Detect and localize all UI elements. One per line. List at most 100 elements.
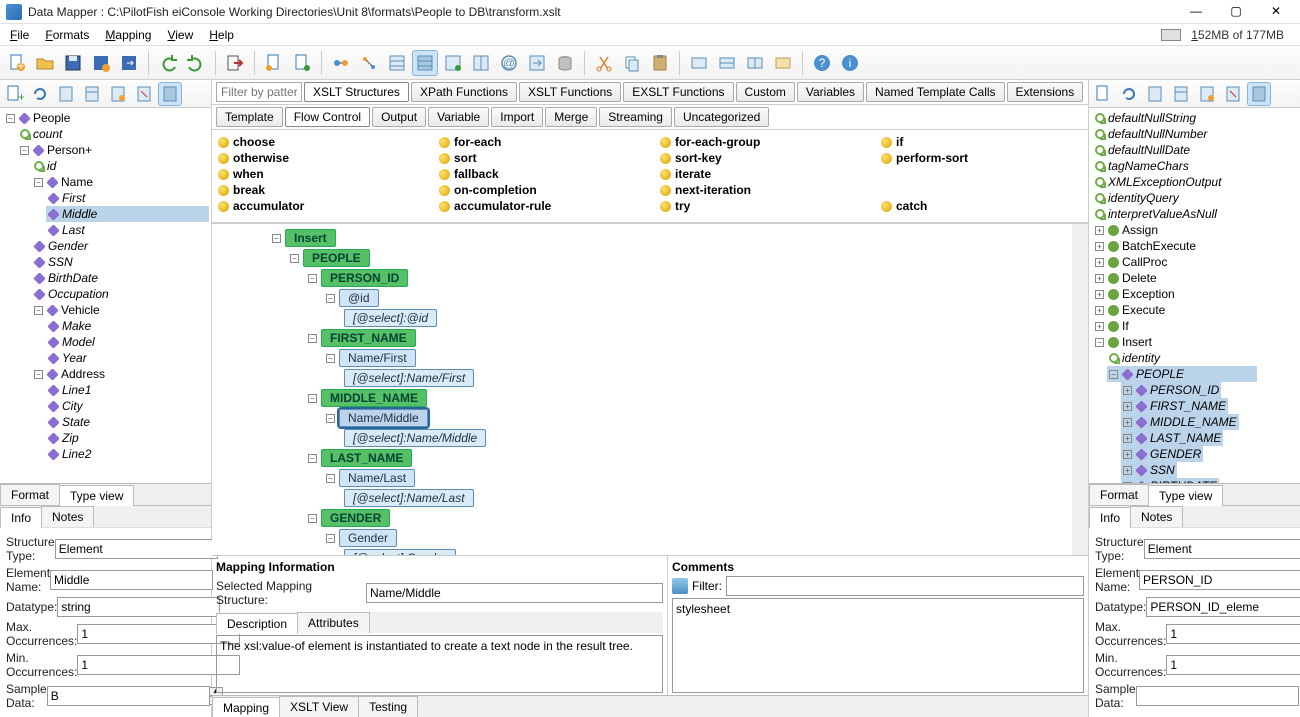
- tgt-Exception[interactable]: +Exception: [1093, 286, 1177, 302]
- subtab-import[interactable]: Import: [491, 107, 543, 127]
- tab-exslt-functions[interactable]: EXSLT Functions: [623, 82, 733, 102]
- tab-extensions[interactable]: Extensions: [1007, 82, 1084, 102]
- tab-format-left[interactable]: Format: [0, 484, 60, 505]
- help-icon[interactable]: ?: [809, 50, 835, 76]
- map-FIRST_NAME[interactable]: FIRST_NAME: [321, 329, 416, 347]
- close-icon[interactable]: ✕: [1264, 4, 1288, 20]
- t1-icon[interactable]: [686, 50, 712, 76]
- tree-node-Vehicle[interactable]: −Vehicle: [32, 302, 209, 318]
- tab-format-right[interactable]: Format: [1089, 484, 1149, 505]
- comments-list[interactable]: stylesheet: [672, 598, 1084, 693]
- tree-node-City[interactable]: City: [46, 398, 209, 414]
- tgt-defaultNullDate[interactable]: defaultNullDate: [1093, 142, 1192, 158]
- bottomtab-testing[interactable]: Testing: [358, 696, 418, 717]
- tree-node-Gender[interactable]: Gender: [32, 238, 209, 254]
- tab-notes-left[interactable]: Notes: [41, 506, 94, 527]
- doc1-icon[interactable]: [261, 50, 287, 76]
- right-min[interactable]: [1166, 655, 1300, 675]
- tgt-p3-icon[interactable]: [1195, 82, 1219, 106]
- subtab-merge[interactable]: Merge: [545, 107, 597, 127]
- cut-icon[interactable]: [591, 50, 617, 76]
- new-icon[interactable]: +: [4, 50, 30, 76]
- tgt-identity[interactable]: identity: [1107, 350, 1162, 366]
- tab-xslt-functions[interactable]: XSLT Functions: [519, 82, 621, 102]
- map-Gender[interactable]: Gender: [339, 529, 397, 547]
- tree-node-Person+[interactable]: −Person+: [18, 142, 209, 158]
- save-icon[interactable]: [60, 50, 86, 76]
- tab-custom[interactable]: Custom: [736, 82, 795, 102]
- tgt-CallProc[interactable]: +CallProc: [1093, 254, 1169, 270]
- menu-view[interactable]: View: [161, 26, 199, 44]
- map-PERSON_ID[interactable]: PERSON_ID: [321, 269, 408, 287]
- palette-next-iteration[interactable]: next-iteration: [660, 182, 861, 198]
- palette-sort-key[interactable]: sort-key: [660, 150, 861, 166]
- subtab-template[interactable]: Template: [216, 107, 283, 127]
- map--id[interactable]: @id: [339, 289, 379, 307]
- tgt-GENDER[interactable]: +GENDER: [1121, 446, 1203, 462]
- minimize-icon[interactable]: —: [1184, 4, 1208, 20]
- tgt-refresh-icon[interactable]: [1117, 82, 1141, 106]
- tab-xpath-functions[interactable]: XPath Functions: [411, 82, 517, 102]
- palette-try[interactable]: try: [660, 198, 861, 214]
- subtab-variable[interactable]: Variable: [428, 107, 489, 127]
- palette-iterate[interactable]: iterate: [660, 166, 861, 182]
- tgt-defaultNullNumber[interactable]: defaultNullNumber: [1093, 126, 1209, 142]
- target-tree[interactable]: defaultNullStringdefaultNullNumberdefaul…: [1089, 108, 1300, 483]
- tab-notes-right[interactable]: Notes: [1130, 506, 1183, 527]
- saveas-icon[interactable]: [88, 50, 114, 76]
- left-structtype[interactable]: [55, 539, 218, 559]
- palette-choose[interactable]: choose: [218, 134, 419, 150]
- palette-accumulator-rule[interactable]: accumulator-rule: [439, 198, 640, 214]
- tgt-p5-icon[interactable]: [1247, 82, 1271, 106]
- tree-node-Line1[interactable]: Line1: [46, 382, 209, 398]
- tab-info-left[interactable]: Info: [0, 507, 42, 528]
- palette-for-each[interactable]: for-each: [439, 134, 640, 150]
- db-icon[interactable]: [552, 50, 578, 76]
- tab-info-right[interactable]: Info: [1089, 507, 1131, 528]
- tree-node-Address[interactable]: −Address: [32, 366, 209, 382]
- tgt-Assign[interactable]: +Assign: [1093, 222, 1160, 238]
- palette-if[interactable]: if: [881, 134, 1082, 150]
- src-p3-icon[interactable]: [106, 82, 130, 106]
- left-dtype[interactable]: [57, 597, 220, 617]
- grid1-icon[interactable]: [384, 50, 410, 76]
- tab-attributes[interactable]: Attributes: [297, 612, 370, 633]
- tree-node-Line2[interactable]: Line2: [46, 446, 209, 462]
- palette-accumulator[interactable]: accumulator: [218, 198, 419, 214]
- tree-node-State[interactable]: State: [46, 414, 209, 430]
- left-elname[interactable]: [50, 570, 213, 590]
- tree-node-Occupation[interactable]: Occupation: [32, 286, 209, 302]
- export-icon[interactable]: [116, 50, 142, 76]
- undo-icon[interactable]: [155, 50, 181, 76]
- src-p1-icon[interactable]: [54, 82, 78, 106]
- tgt-identityQuery[interactable]: identityQuery: [1093, 190, 1181, 206]
- link1-icon[interactable]: [328, 50, 354, 76]
- at-icon[interactable]: @: [496, 50, 522, 76]
- tab-typeview-right[interactable]: Type view: [1148, 485, 1223, 506]
- tgt-XMLExceptionOutput[interactable]: XMLExceptionOutput: [1093, 174, 1223, 190]
- link2-icon[interactable]: [356, 50, 382, 76]
- scrollbar[interactable]: [1072, 224, 1088, 555]
- tgt-p2-icon[interactable]: [1169, 82, 1193, 106]
- t3-icon[interactable]: [742, 50, 768, 76]
- subtab-uncategorized[interactable]: Uncategorized: [674, 107, 769, 127]
- tab-typeview-left[interactable]: Type view: [59, 485, 134, 506]
- grid3-icon[interactable]: [440, 50, 466, 76]
- tree-node-Model[interactable]: Model: [46, 334, 209, 350]
- menu-formats[interactable]: Formats: [39, 26, 95, 44]
- filter-icon[interactable]: [672, 578, 688, 594]
- tree-node-People[interactable]: −People: [4, 110, 209, 126]
- right-elname[interactable]: [1139, 570, 1300, 590]
- palette-on-completion[interactable]: on-completion: [439, 182, 640, 198]
- tree-node-Zip[interactable]: Zip: [46, 430, 209, 446]
- map-Name-Middle[interactable]: Name/Middle: [339, 409, 428, 427]
- tgt-interpretValueAsNull[interactable]: interpretValueAsNull: [1093, 206, 1219, 222]
- tgt-MIDDLE_NAME[interactable]: +MIDDLE_NAME: [1121, 414, 1239, 430]
- filter-input[interactable]: [216, 82, 302, 102]
- src-p4-icon[interactable]: [132, 82, 156, 106]
- tgt-add-icon[interactable]: [1091, 82, 1115, 106]
- tab-description[interactable]: Description: [216, 613, 298, 634]
- tgt-SSN[interactable]: +SSN: [1121, 462, 1177, 478]
- doc2-icon[interactable]: [289, 50, 315, 76]
- palette-otherwise[interactable]: otherwise: [218, 150, 419, 166]
